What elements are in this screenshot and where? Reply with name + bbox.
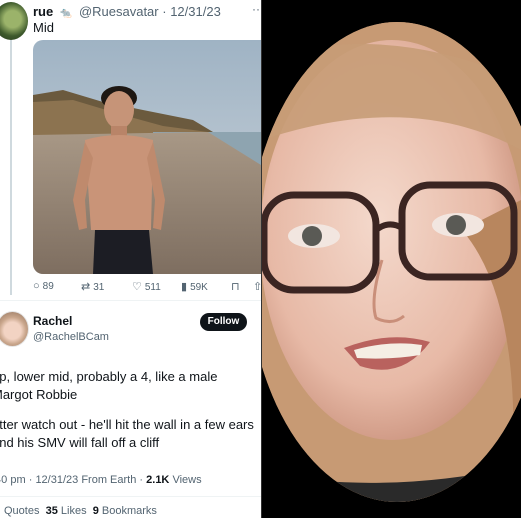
bookmarks-link[interactable]: Bookmarks	[102, 505, 157, 517]
reply-stats: Quotes 35 Likes 9 Bookmarks	[4, 505, 157, 517]
rat-badge-icon: 🐀	[59, 8, 73, 19]
tweet-photo[interactable]	[33, 40, 261, 274]
author-handle[interactable]: @Ruesavatar	[79, 4, 159, 19]
bookmark-button[interactable]: ⊓	[231, 280, 243, 293]
likes-count: 35	[45, 505, 58, 517]
views-count: 59K	[190, 282, 208, 293]
like-count: 511	[144, 282, 161, 293]
more-options-icon[interactable]: ···	[252, 2, 261, 16]
retweet-count: 31	[93, 282, 105, 293]
like-icon: ♡	[132, 281, 142, 293]
reply-button[interactable]: ○ 89	[33, 280, 54, 292]
views-button[interactable]: ▮ 59K	[181, 280, 208, 293]
follow-button[interactable]: Follow	[200, 313, 247, 331]
reply-time[interactable]: :40 pm	[0, 474, 26, 486]
tweet-panel: rue 🐀 @Ruesavatar · 12/31/23 ··· Mid	[0, 0, 261, 518]
beach-photo-illustration	[33, 40, 261, 274]
header-separator: ·	[162, 4, 171, 19]
bookmarks-count: 9	[92, 505, 99, 517]
author-name[interactable]: rue	[33, 4, 53, 19]
share-button[interactable]: ⇧	[253, 280, 261, 293]
thread-line	[10, 40, 12, 295]
portrait-image	[262, 0, 521, 518]
tweet-actions: ○ 89 ⇄ 31 ♡ 511 ▮ 59K ⊓ ⇧	[33, 280, 261, 294]
share-icon: ⇧	[253, 281, 261, 293]
retweet-icon: ⇄	[81, 281, 91, 293]
reply-meta: :40 pm · 12/31/23 From Earth · 2.1K View…	[0, 474, 202, 486]
reply-views-label: Views	[172, 474, 202, 486]
reply-count: 89	[42, 281, 54, 292]
views-icon: ▮	[181, 281, 188, 293]
likes-link[interactable]: Likes	[61, 505, 87, 517]
reply-icon: ○	[33, 280, 40, 292]
reply-paragraph: ep, lower mid, probably a 4, like a male…	[0, 369, 218, 402]
reply-paragraph: etter watch out - he'll hit the wall in …	[0, 417, 254, 450]
tweet-header: rue 🐀 @Ruesavatar · 12/31/23	[33, 4, 221, 19]
reply-text: ep, lower mid, probably a 4, like a male…	[0, 368, 257, 464]
divider	[0, 300, 261, 301]
tweet-date[interactable]: 12/31/23	[170, 4, 221, 19]
avatar[interactable]	[0, 2, 28, 40]
retweet-button[interactable]: ⇄ 31	[81, 280, 104, 293]
reply-author-handle[interactable]: @RachelBCam	[33, 331, 109, 343]
reply-date[interactable]: 12/31/23	[35, 474, 78, 486]
portrait-panel	[262, 0, 521, 518]
reply-views-count: 2.1K	[146, 474, 170, 486]
divider	[0, 496, 261, 497]
like-button[interactable]: ♡ 511	[132, 280, 161, 293]
quotes-link[interactable]: Quotes	[4, 505, 39, 517]
reply-avatar[interactable]	[0, 311, 29, 347]
tweet-text: Mid	[33, 20, 54, 35]
bookmark-icon: ⊓	[231, 281, 240, 293]
reply-author-name[interactable]: Rachel	[33, 314, 72, 328]
reply-source: From Earth	[81, 474, 137, 486]
